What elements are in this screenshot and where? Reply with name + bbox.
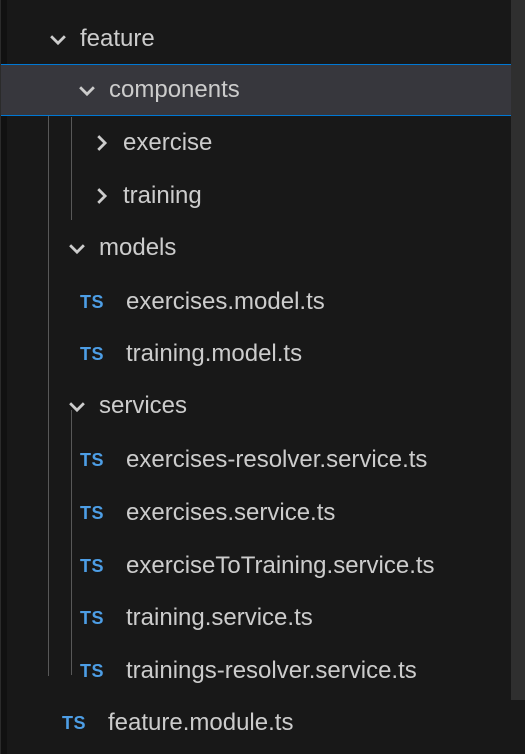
folder-label: exercise xyxy=(123,129,213,156)
tree-file-exercises-service[interactable]: TS exercises.service.ts xyxy=(1,487,511,539)
typescript-file-icon: TS xyxy=(80,502,105,523)
tree-file-exercises-model[interactable]: TS exercises.model.ts xyxy=(1,276,511,328)
typescript-file-icon: TS xyxy=(62,712,87,733)
chevron-right-icon xyxy=(89,184,113,208)
vertical-scrollbar[interactable] xyxy=(511,0,525,754)
typescript-file-icon: TS xyxy=(80,660,105,681)
folder-label: components xyxy=(109,76,240,103)
scrollbar-thumb[interactable] xyxy=(511,0,525,700)
typescript-file-icon: TS xyxy=(80,555,105,576)
typescript-file-icon: TS xyxy=(80,343,105,364)
typescript-file-icon: TS xyxy=(80,449,105,470)
tree-folder-models[interactable]: models xyxy=(1,222,511,274)
tree-file-training-model[interactable]: TS training.model.ts xyxy=(1,328,511,380)
folder-label: feature xyxy=(80,25,155,52)
tree-file-exercise-to-training-service[interactable]: TS exerciseToTraining.service.ts xyxy=(1,540,511,592)
file-label: exercises-resolver.service.ts xyxy=(126,446,428,473)
file-label: training.service.ts xyxy=(126,604,313,631)
folder-label: services xyxy=(99,392,188,419)
tree-file-feature-module[interactable]: TS feature.module.ts xyxy=(1,697,511,749)
typescript-file-icon: TS xyxy=(80,607,105,628)
file-label: exercises.model.ts xyxy=(126,288,325,315)
file-label: exerciseToTraining.service.ts xyxy=(126,552,435,579)
file-label: training.model.ts xyxy=(126,340,303,367)
folder-label: training xyxy=(123,182,202,209)
tree-folder-services[interactable]: services xyxy=(1,380,511,432)
folder-label: models xyxy=(99,234,177,261)
file-explorer: feature components exercise training mod… xyxy=(0,0,525,754)
tree-folder-components[interactable]: components xyxy=(1,64,511,116)
chevron-right-icon xyxy=(89,131,113,155)
typescript-file-icon: TS xyxy=(80,291,105,312)
tree-file-exercises-resolver-service[interactable]: TS exercises-resolver.service.ts xyxy=(1,434,511,486)
tree-folder-feature[interactable]: feature xyxy=(1,13,511,65)
file-label: exercises.service.ts xyxy=(126,499,336,526)
chevron-down-icon xyxy=(65,236,89,260)
file-label: trainings-resolver.service.ts xyxy=(126,657,417,684)
tree-folder-training[interactable]: training xyxy=(1,170,511,222)
tree-folder-exercise[interactable]: exercise xyxy=(1,117,511,169)
file-label: feature.module.ts xyxy=(108,709,294,736)
chevron-down-icon xyxy=(46,27,70,51)
tree-file-training-service[interactable]: TS training.service.ts xyxy=(1,592,511,644)
chevron-down-icon xyxy=(75,78,99,102)
chevron-down-icon xyxy=(65,394,89,418)
tree-file-trainings-resolver-service[interactable]: TS trainings-resolver.service.ts xyxy=(1,645,511,697)
